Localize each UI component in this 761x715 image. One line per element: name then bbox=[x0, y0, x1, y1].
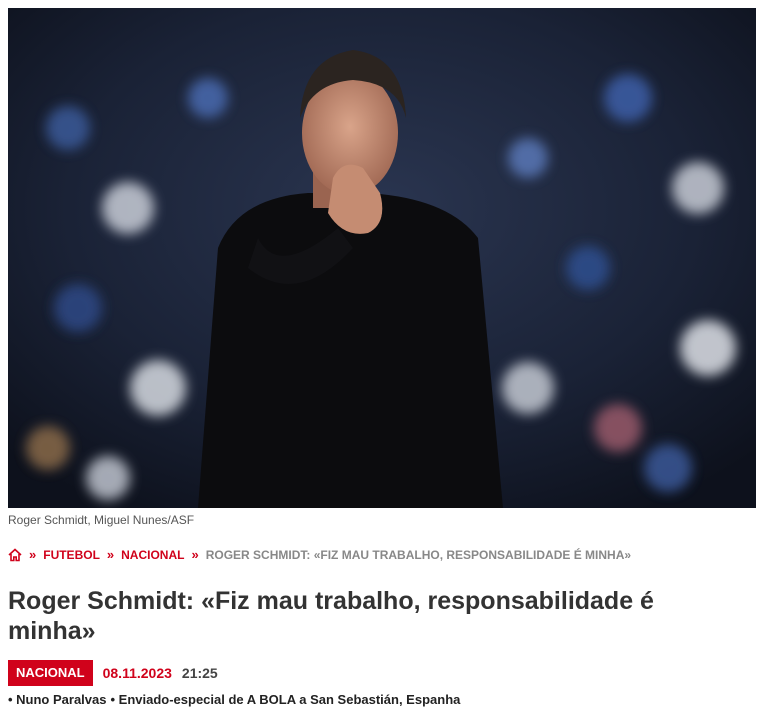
breadcrumb-separator: » bbox=[106, 547, 115, 562]
article-title: Roger Schmidt: «Fiz mau trabalho, respon… bbox=[8, 587, 654, 645]
breadcrumb-current: ROGER SCHMIDT: «FIZ MAU TRABALHO, RESPON… bbox=[205, 548, 632, 562]
article-time: 21:25 bbox=[181, 665, 218, 681]
coach-photo-image bbox=[8, 8, 756, 508]
article-date: 08.11.2023 bbox=[102, 665, 172, 681]
breadcrumb-separator: » bbox=[191, 547, 199, 562]
breadcrumb-separator: » bbox=[29, 547, 37, 562]
author-name[interactable]: • Nuno Paralvas bbox=[8, 692, 106, 708]
home-icon[interactable] bbox=[8, 548, 22, 562]
breadcrumb-item-futebol[interactable]: FUTEBOL bbox=[43, 546, 100, 564]
author-role: • Enviado-especial de A BOLA a San Sebas… bbox=[110, 692, 461, 707]
article-meta: NACIONAL 08.11.2023 21:25 bbox=[8, 660, 218, 686]
category-badge[interactable]: NACIONAL bbox=[8, 660, 93, 686]
photo-caption: Roger Schmidt, Miguel Nunes/ASF bbox=[8, 513, 195, 527]
article-byline: • Nuno Paralvas • Enviado-especial de A … bbox=[8, 692, 460, 708]
breadcrumb-item-nacional[interactable]: NACIONAL bbox=[121, 546, 184, 564]
breadcrumb: » FUTEBOL » NACIONAL » ROGER SCHMIDT: «F… bbox=[8, 546, 631, 564]
article-photo bbox=[8, 8, 756, 508]
